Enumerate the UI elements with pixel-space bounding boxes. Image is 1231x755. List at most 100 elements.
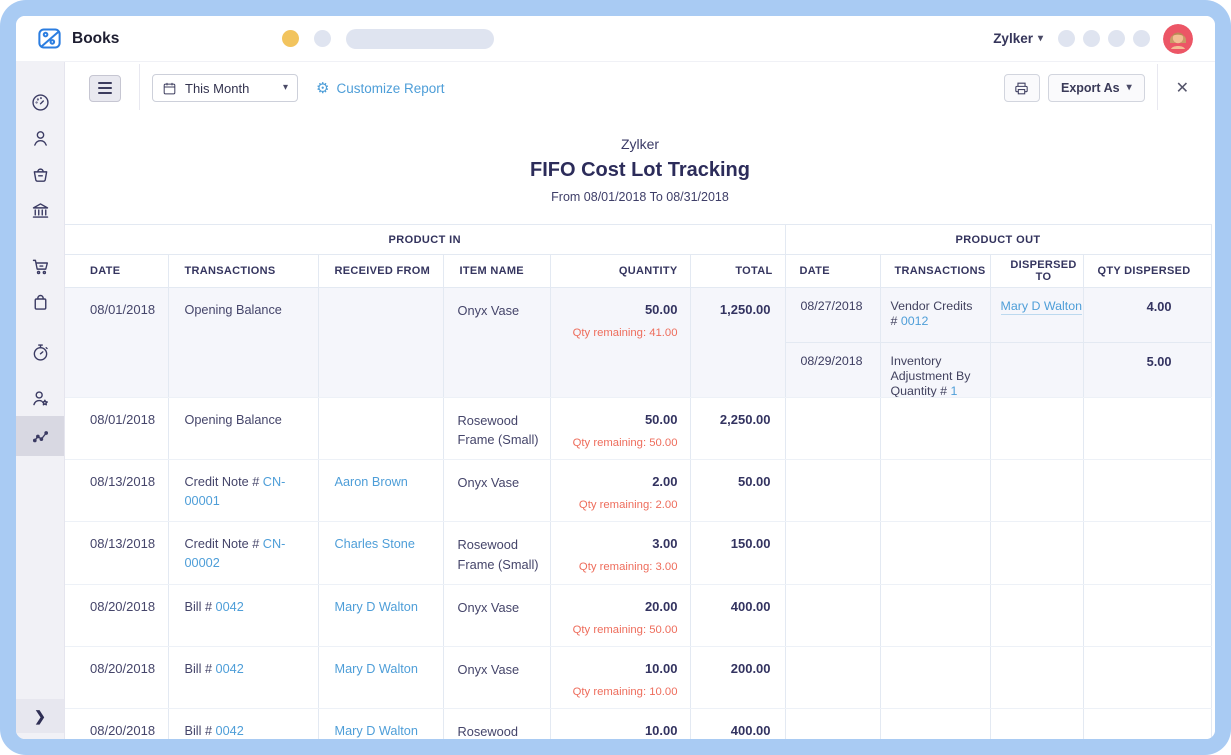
- cell-item-name: Rosewood Frame (Small): [443, 398, 550, 460]
- cell-item-name: Rosewood Frame (Small): [443, 522, 550, 584]
- app-name: Books: [72, 30, 119, 48]
- sidebar-item-items[interactable]: [16, 156, 64, 192]
- table-row: 08/13/2018 Credit Note # CN-00001 Aaron …: [65, 460, 1211, 522]
- export-as-label: Export As: [1061, 81, 1120, 95]
- out-cell-date: [786, 460, 881, 521]
- transaction-link[interactable]: 0012: [901, 314, 929, 328]
- sidebar-item-purchases[interactable]: [16, 284, 64, 320]
- cell-quantity: 3.00Qty remaining: 3.00: [550, 522, 690, 584]
- sidebar-item-contacts[interactable]: [16, 120, 64, 156]
- product-in-group-header: PRODUCT IN: [65, 225, 785, 255]
- received-from-link[interactable]: Mary D Walton: [335, 662, 418, 676]
- cell-quantity: 50.00Qty remaining: 41.00: [550, 288, 690, 398]
- out-cell-transaction: [881, 522, 991, 583]
- group-header-row: PRODUCT IN PRODUCT OUT: [65, 225, 1211, 255]
- cell-item-name: Onyx Vase: [443, 460, 550, 522]
- sidebar-item-banking[interactable]: [16, 192, 64, 228]
- product-out-entry: [786, 647, 1211, 708]
- bag-icon: [30, 292, 51, 313]
- out-cell-qty-dispersed: [1084, 709, 1212, 739]
- topbar-icon-button-3[interactable]: [1108, 30, 1125, 47]
- sidebar-item-sales[interactable]: [16, 248, 64, 284]
- cart-icon: [30, 256, 51, 277]
- out-cell-transaction: [881, 398, 991, 459]
- cell-product-out: [785, 646, 1211, 708]
- out-cell-date: [786, 709, 881, 739]
- received-from-link[interactable]: Mary D Walton: [335, 600, 418, 614]
- expand-sidebar-button[interactable]: ❯: [16, 699, 64, 733]
- transaction-link[interactable]: 0042: [216, 662, 244, 676]
- transaction-link[interactable]: 1: [950, 384, 957, 397]
- stopwatch-icon: [30, 342, 51, 363]
- dispersed-to-link[interactable]: Mary D Walton: [1001, 299, 1082, 315]
- sidebar-item-dashboard[interactable]: [16, 84, 64, 120]
- bank-icon: [30, 200, 51, 221]
- column-header-transactions: TRANSACTIONS: [168, 255, 318, 288]
- out-cell-dispersed-to: [991, 398, 1084, 459]
- report-table: PRODUCT IN PRODUCT OUT DATETRANSACTIONSR…: [65, 224, 1212, 739]
- cell-quantity: 10.00Qty remaining: 10.00: [550, 709, 690, 739]
- export-as-button[interactable]: Export As ▾: [1048, 74, 1145, 102]
- org-selector[interactable]: Zylker ▾: [993, 31, 1043, 46]
- cell-received-from: [318, 288, 443, 398]
- sidebar: ❯: [16, 62, 65, 739]
- received-from-link[interactable]: Charles Stone: [335, 537, 415, 551]
- contacts-icon: [30, 128, 51, 149]
- product-out-entry: 08/27/2018 Vendor Credits # 0012 Mary D …: [786, 288, 1211, 342]
- chevron-down-icon: ▾: [283, 83, 288, 93]
- cell-quantity: 20.00Qty remaining: 50.00: [550, 584, 690, 646]
- column-header-out-date: DATE: [786, 255, 881, 287]
- search-pill[interactable]: [346, 29, 494, 49]
- topbar-icon-button-4[interactable]: [1133, 30, 1150, 47]
- calendar-icon: [162, 81, 177, 96]
- report-content: This Month ▾ ⚙ Customize Report: [65, 62, 1215, 739]
- report-title: FIFO Cost Lot Tracking: [65, 159, 1215, 182]
- transaction-link[interactable]: CN-00002: [185, 537, 286, 569]
- main-area: ❯ This Month ▾: [16, 62, 1215, 739]
- column-header-received-from: RECEIVED FROM: [318, 255, 443, 288]
- date-range-select[interactable]: This Month ▾: [152, 74, 298, 102]
- qty-remaining: Qty remaining: 50.00: [567, 435, 678, 451]
- out-cell-date: [786, 585, 881, 646]
- sidebar-item-accountant[interactable]: [16, 380, 64, 416]
- topbar-gray-dot-icon[interactable]: [314, 30, 331, 47]
- transaction-link[interactable]: 0042: [216, 724, 244, 738]
- cell-total: 50.00: [690, 460, 785, 522]
- reports-menu-button[interactable]: [89, 75, 121, 102]
- sidebar-item-time-tracking[interactable]: [16, 334, 64, 370]
- out-cell-transaction: Vendor Credits # 0012: [881, 288, 991, 342]
- cell-received-from: [318, 398, 443, 460]
- user-avatar[interactable]: [1163, 24, 1193, 54]
- cell-product-out: [785, 584, 1211, 646]
- cell-received-from: Aaron Brown: [318, 460, 443, 522]
- transaction-link[interactable]: CN-00001: [185, 475, 286, 507]
- toolbar-right-group: Export As ▾ ✕: [1004, 74, 1195, 102]
- out-cell-dispersed-to: [991, 343, 1084, 397]
- close-report-button[interactable]: ✕: [1170, 76, 1195, 100]
- transaction-link[interactable]: 0042: [216, 600, 244, 614]
- received-from-link[interactable]: Mary D Walton: [335, 724, 418, 738]
- chevron-right-icon: ❯: [34, 708, 46, 725]
- cell-received-from: Mary D Walton: [318, 709, 443, 739]
- sidebar-item-reports[interactable]: [16, 416, 64, 456]
- table-row: 08/13/2018 Credit Note # CN-00002 Charle…: [65, 522, 1211, 584]
- customize-report-label: Customize Report: [336, 81, 444, 96]
- cell-quantity: 10.00Qty remaining: 10.00: [550, 646, 690, 708]
- cell-product-out: [785, 522, 1211, 584]
- print-button[interactable]: [1004, 74, 1040, 102]
- gear-icon: ⚙: [316, 81, 329, 96]
- table-row: 08/01/2018 Opening Balance Onyx Vase 50.…: [65, 288, 1211, 398]
- topbar-icon-button-1[interactable]: [1058, 30, 1075, 47]
- report-table-wrap: PRODUCT IN PRODUCT OUT DATETRANSACTIONSR…: [65, 224, 1215, 739]
- topbar-yellow-dot-icon[interactable]: [282, 30, 299, 47]
- out-cell-dispersed-to: [991, 585, 1084, 646]
- customize-report-link[interactable]: ⚙ Customize Report: [316, 81, 445, 96]
- received-from-link[interactable]: Aaron Brown: [335, 475, 408, 489]
- cell-transaction: Opening Balance: [168, 398, 318, 460]
- out-cell-qty-dispersed: [1084, 460, 1212, 521]
- out-cell-transaction: [881, 585, 991, 646]
- basket-icon: [30, 164, 51, 185]
- topbar-icon-button-2[interactable]: [1083, 30, 1100, 47]
- column-header-total: TOTAL: [690, 255, 785, 288]
- app-logo[interactable]: Books: [36, 25, 119, 52]
